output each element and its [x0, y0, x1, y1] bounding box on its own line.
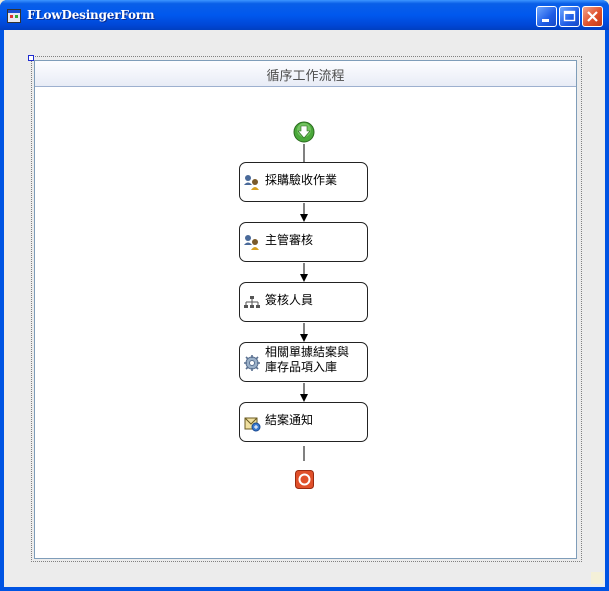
users-icon — [244, 235, 259, 250]
maximize-button[interactable] — [559, 6, 580, 27]
title-bar[interactable]: FLowDesingerForm — [0, 0, 609, 30]
close-button[interactable] — [582, 6, 603, 27]
start-arrow-icon[interactable] — [293, 121, 315, 143]
users-icon — [244, 175, 259, 190]
step-manager-review[interactable]: 主管審核 — [239, 222, 368, 262]
stop-icon[interactable] — [295, 470, 314, 489]
step-approvers[interactable]: 簽核人員 — [239, 282, 368, 322]
resize-grip-icon[interactable] — [591, 572, 603, 584]
step-label: 簽核人員 — [265, 293, 314, 307]
step-label: 結案通知 — [265, 413, 314, 427]
window-title: FLowDesingerForm — [27, 8, 155, 22]
workflow-designer-panel[interactable]: 循序工作流程 採購驗收作業 主管審核 簽核人員 相關單據結案與 庫存品項入庫 結… — [34, 60, 577, 559]
step-label: 主管審核 — [265, 233, 314, 247]
close-icon — [587, 11, 598, 22]
app-icon — [7, 9, 21, 23]
step-label-line2: 庫存品項入庫 — [265, 360, 338, 374]
minimize-button[interactable] — [536, 6, 557, 27]
org-chart-icon — [244, 296, 260, 308]
client-area: 循序工作流程 採購驗收作業 主管審核 簽核人員 相關單據結案與 庫存品項入庫 結… — [4, 30, 605, 587]
step-close-notification[interactable]: 結案通知 — [239, 402, 368, 442]
notify-icon — [244, 417, 261, 432]
app-window: FLowDesingerForm 循序工作流程 採購驗收作業 主管審核 簽核人員… — [0, 0, 609, 591]
step-label-line1: 相關單據結案與 — [265, 345, 350, 359]
minimize-icon — [542, 19, 549, 22]
step-label: 採購驗收作業 — [265, 173, 338, 187]
step-purchase-acceptance[interactable]: 採購驗收作業 — [239, 162, 368, 202]
gear-icon — [244, 355, 260, 371]
maximize-icon — [563, 10, 576, 22]
step-close-documents[interactable]: 相關單據結案與 庫存品項入庫 — [239, 342, 368, 382]
